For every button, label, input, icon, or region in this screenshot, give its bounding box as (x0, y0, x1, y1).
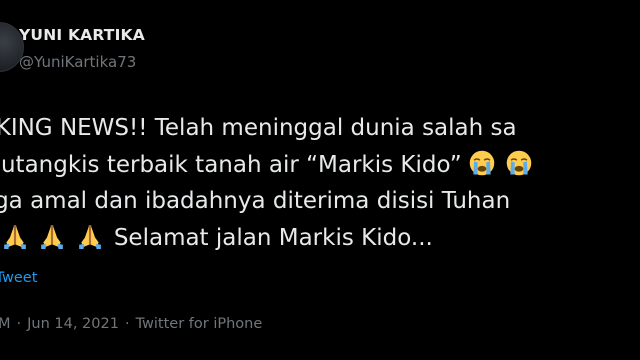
tweet-line-3: oga amal dan ibadahnya diterima disisi T… (0, 183, 640, 220)
tweet-line-4-text: Selamat jalan Markis Kido... (113, 224, 433, 251)
tweet-line-2-text: ulutangkis terbaik tanah air “Markis Kid… (0, 151, 462, 178)
tweet-date[interactable]: Jun 14, 2021 (27, 316, 119, 332)
folded-hands-icon (2, 223, 28, 249)
tweet-line-4: n (0, 220, 640, 257)
meta-separator: · (124, 316, 130, 332)
folded-hands-icon (77, 223, 103, 249)
tweet-source[interactable]: Twitter for iPhone (136, 316, 263, 332)
crying-face-icon (506, 150, 532, 176)
meta-separator: · (16, 316, 22, 332)
tweet-line-1-text: AKING NEWS!! Telah meninggal dunia salah… (0, 115, 517, 141)
tweet-line-1: AKING NEWS!! Telah meninggal dunia salah… (0, 110, 640, 147)
folded-hands-icon (39, 223, 65, 249)
crying-face-icon (469, 150, 495, 176)
translate-tweet-link[interactable]: e Tweet (0, 270, 37, 286)
tweet-line-3-text: oga amal dan ibadahnya diterima disisi T… (0, 188, 511, 214)
tweet-time[interactable]: M (0, 316, 11, 332)
author-handle[interactable]: @YuniKartika73 (19, 53, 136, 71)
author-display-name[interactable]: YUNI KARTIKA (19, 26, 145, 44)
tweet-line-2: ulutangkis terbaik tanah air “Markis Kid… (0, 147, 640, 184)
tweet-text: AKING NEWS!! Telah meninggal dunia salah… (0, 110, 640, 256)
tweet-metadata: M · Jun 14, 2021 · Twitter for iPhone (0, 316, 262, 332)
